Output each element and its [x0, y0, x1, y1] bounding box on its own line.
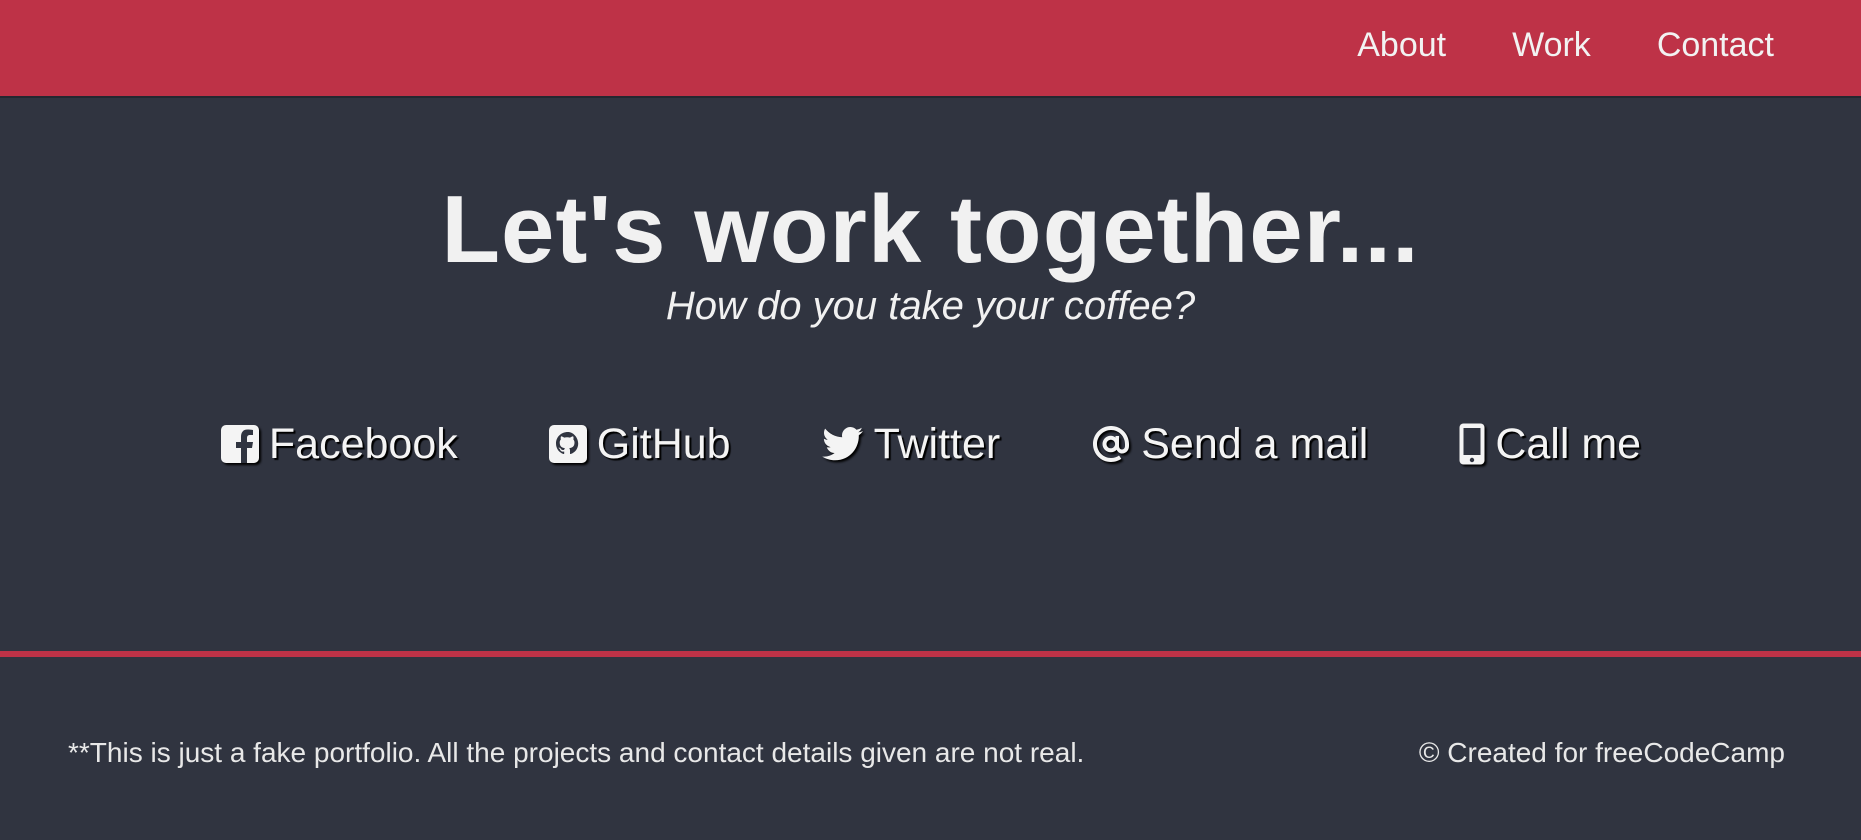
contact-label: Twitter — [873, 419, 1001, 468]
mobile-phone-icon — [1459, 423, 1485, 465]
at-sign-icon — [1093, 426, 1130, 462]
footer-disclaimer: **This is just a fake portfolio. All the… — [68, 737, 1085, 768]
contact-link-mail[interactable]: Send a mail — [1090, 414, 1368, 474]
nav-link-about[interactable]: About — [1357, 26, 1446, 65]
footer-credit: © Created for freeCodeCamp — [1418, 737, 1785, 768]
footer: **This is just a fake portfolio. All the… — [0, 657, 1861, 840]
contact-links: Facebook GitHub Twitter Send a mail Call… — [0, 414, 1861, 474]
nav-link-work[interactable]: Work — [1512, 26, 1591, 65]
hero-title: Let's work together... — [441, 176, 1420, 283]
contact-label: Send a mail — [1141, 419, 1369, 468]
contact-label: Call me — [1495, 419, 1642, 468]
navbar: About Work Contact — [0, 0, 1861, 96]
contact-label: GitHub — [596, 419, 731, 468]
contact-label: Facebook — [268, 419, 458, 468]
hero-subtitle: How do you take your coffee? — [665, 284, 1196, 328]
contact-link-github[interactable]: GitHub — [548, 414, 731, 474]
facebook-icon — [220, 425, 259, 463]
contact-link-call[interactable]: Call me — [1458, 414, 1641, 474]
contact-link-twitter[interactable]: Twitter — [821, 414, 1001, 474]
contact-link-facebook[interactable]: Facebook — [220, 414, 458, 474]
twitter-icon — [821, 427, 863, 461]
nav-links: About Work Contact — [1291, 0, 1774, 90]
nav-link-contact[interactable]: Contact — [1657, 26, 1774, 65]
github-icon — [548, 425, 587, 463]
